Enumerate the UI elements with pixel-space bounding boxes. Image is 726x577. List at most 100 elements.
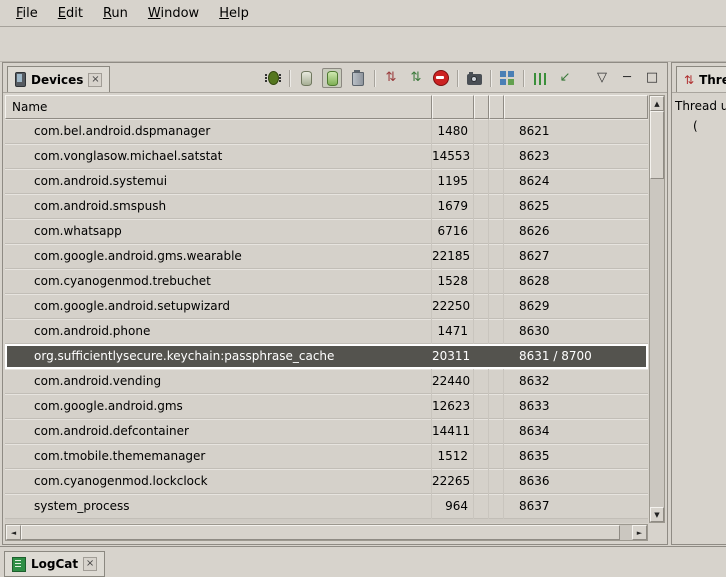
start-method-profiling-icon[interactable]: ⇅ [407,69,425,87]
process-port: 8636 [504,469,648,494]
menu-window[interactable]: Window [138,2,209,25]
spare-cell [489,269,504,294]
scroll-left-icon[interactable]: ◄ [6,525,21,540]
threads-panel: ⇅ Threads × Thread up ( [671,62,726,545]
column-header-spare1[interactable] [474,95,489,119]
devices-tabbar: Devices × ⇅ ⇅ ↙ ▽ ─ □ [3,63,667,93]
table-row[interactable]: com.cyanogenmod.trebuchet 1528 8628 [5,269,648,294]
spare-cell [489,144,504,169]
horizontal-scroll-thumb[interactable] [21,525,620,540]
process-name: com.tmobile.thememanager [5,444,432,469]
process-name: com.android.defcontainer [5,419,432,444]
table-row[interactable]: com.google.android.gms.wearable 22185 86… [5,244,648,269]
logcat-icon [12,557,26,572]
table-row[interactable]: com.google.android.setupwizard 22250 862… [5,294,648,319]
close-icon[interactable]: × [88,73,102,87]
process-port: 8627 [504,244,648,269]
process-name: com.google.android.gms.wearable [5,244,432,269]
scroll-down-icon[interactable]: ▼ [650,507,664,522]
devices-toolbar: ⇅ ⇅ ↙ ▽ ─ □ [264,66,661,90]
table-row[interactable]: com.android.systemui 1195 8624 [5,169,648,194]
process-port: 8628 [504,269,648,294]
update-threads-icon[interactable]: ⇅ [382,69,400,87]
table-row[interactable]: com.cyanogenmod.lockclock 22265 8636 [5,469,648,494]
spare-cell [474,469,489,494]
process-name: com.android.phone [5,319,432,344]
process-pid: 22265 [432,469,474,494]
toolbar-separator [374,70,375,87]
menu-file[interactable]: File [6,2,48,25]
device-table-body: com.bel.android.dspmanager 1480 8621 com… [5,119,648,523]
spare-cell [489,319,504,344]
spare-cell [474,294,489,319]
process-pid: 1528 [432,269,474,294]
spare-cell [489,169,504,194]
debug-process-icon[interactable] [264,69,282,87]
tab-logcat-label: LogCat [31,557,78,571]
toolbar-separator [490,70,491,87]
tab-logcat[interactable]: LogCat × [4,551,105,577]
tab-devices[interactable]: Devices × [7,66,110,92]
table-row[interactable]: com.bel.android.dspmanager 1480 8621 [5,119,648,144]
process-port: 8631 / 8700 [504,344,648,369]
dump-hprof-icon[interactable] [322,68,342,88]
screen-capture-icon[interactable] [465,69,483,87]
scroll-up-icon[interactable]: ▲ [650,96,664,111]
table-row[interactable]: com.google.android.gms 12623 8633 [5,394,648,419]
logcat-bar: LogCat × [0,546,726,577]
table-row[interactable]: com.android.phone 1471 8630 [5,319,648,344]
process-pid: 22250 [432,294,474,319]
process-name: system_process [5,494,432,519]
process-port: 8623 [504,144,648,169]
process-port: 8635 [504,444,648,469]
tab-threads[interactable]: ⇅ Threads × [676,66,726,92]
scroll-right-icon[interactable]: ► [632,525,647,540]
process-name: com.cyanogenmod.lockclock [5,469,432,494]
process-name: org.sufficientlysecure.keychain:passphra… [5,344,432,369]
spare-cell [489,419,504,444]
column-header-port[interactable] [504,95,648,119]
table-row[interactable]: com.android.vending 22440 8632 [5,369,648,394]
vertical-scrollbar[interactable]: ▲ ▼ [649,95,665,523]
close-icon[interactable]: × [83,557,97,571]
table-row[interactable]: com.android.defcontainer 14411 8634 [5,419,648,444]
panel-window-buttons: ▽ ─ □ [593,69,661,87]
column-header-spare2[interactable] [489,95,504,119]
menu-help[interactable]: Help [209,2,259,25]
stop-process-icon[interactable] [432,69,450,87]
dump-view-hierarchy-icon[interactable] [498,69,516,87]
cause-gc-icon[interactable] [349,69,367,87]
menu-bar: File Edit Run Window Help [0,0,726,27]
table-row[interactable]: com.tmobile.thememanager 1512 8635 [5,444,648,469]
minimize-icon[interactable]: ─ [618,69,636,87]
table-row[interactable]: system_process 964 8637 [5,494,648,519]
process-port: 8629 [504,294,648,319]
update-heap-icon[interactable] [297,69,315,87]
table-row[interactable]: org.sufficientlysecure.keychain:passphra… [5,344,648,369]
process-pid: 22440 [432,369,474,394]
process-pid: 14411 [432,419,474,444]
spare-cell [474,344,489,369]
menu-run[interactable]: Run [93,2,138,25]
device-icon [15,72,26,87]
dump-view-hierarchy-icon [500,71,514,85]
debug-process-icon [268,71,279,85]
column-header-name[interactable]: Name [5,95,432,119]
menu-edit[interactable]: Edit [48,2,93,25]
devices-panel: Devices × ⇅ ⇅ ↙ ▽ ─ □ Name com.bel.android.ds… [2,62,668,545]
table-row[interactable]: com.whatsapp 6716 8626 [5,219,648,244]
table-row[interactable]: com.android.smspush 1679 8625 [5,194,648,219]
maximize-icon[interactable]: □ [643,69,661,87]
capture-system-info-icon[interactable] [531,69,549,87]
screen-capture-icon [467,74,482,85]
column-header-pid[interactable] [432,95,474,119]
threads-body: Thread up ( [672,93,726,139]
horizontal-scrollbar[interactable]: ◄ ► [5,524,648,541]
spare-cell [474,494,489,519]
table-row[interactable]: com.vonglasow.michael.satstat 14553 8623 [5,144,648,169]
view-menu-icon[interactable]: ▽ [593,69,611,87]
vertical-scroll-thumb[interactable] [650,111,664,179]
process-pid: 1471 [432,319,474,344]
spare-cell [489,494,504,519]
tree-arrow-icon[interactable]: ↙ [556,69,574,87]
